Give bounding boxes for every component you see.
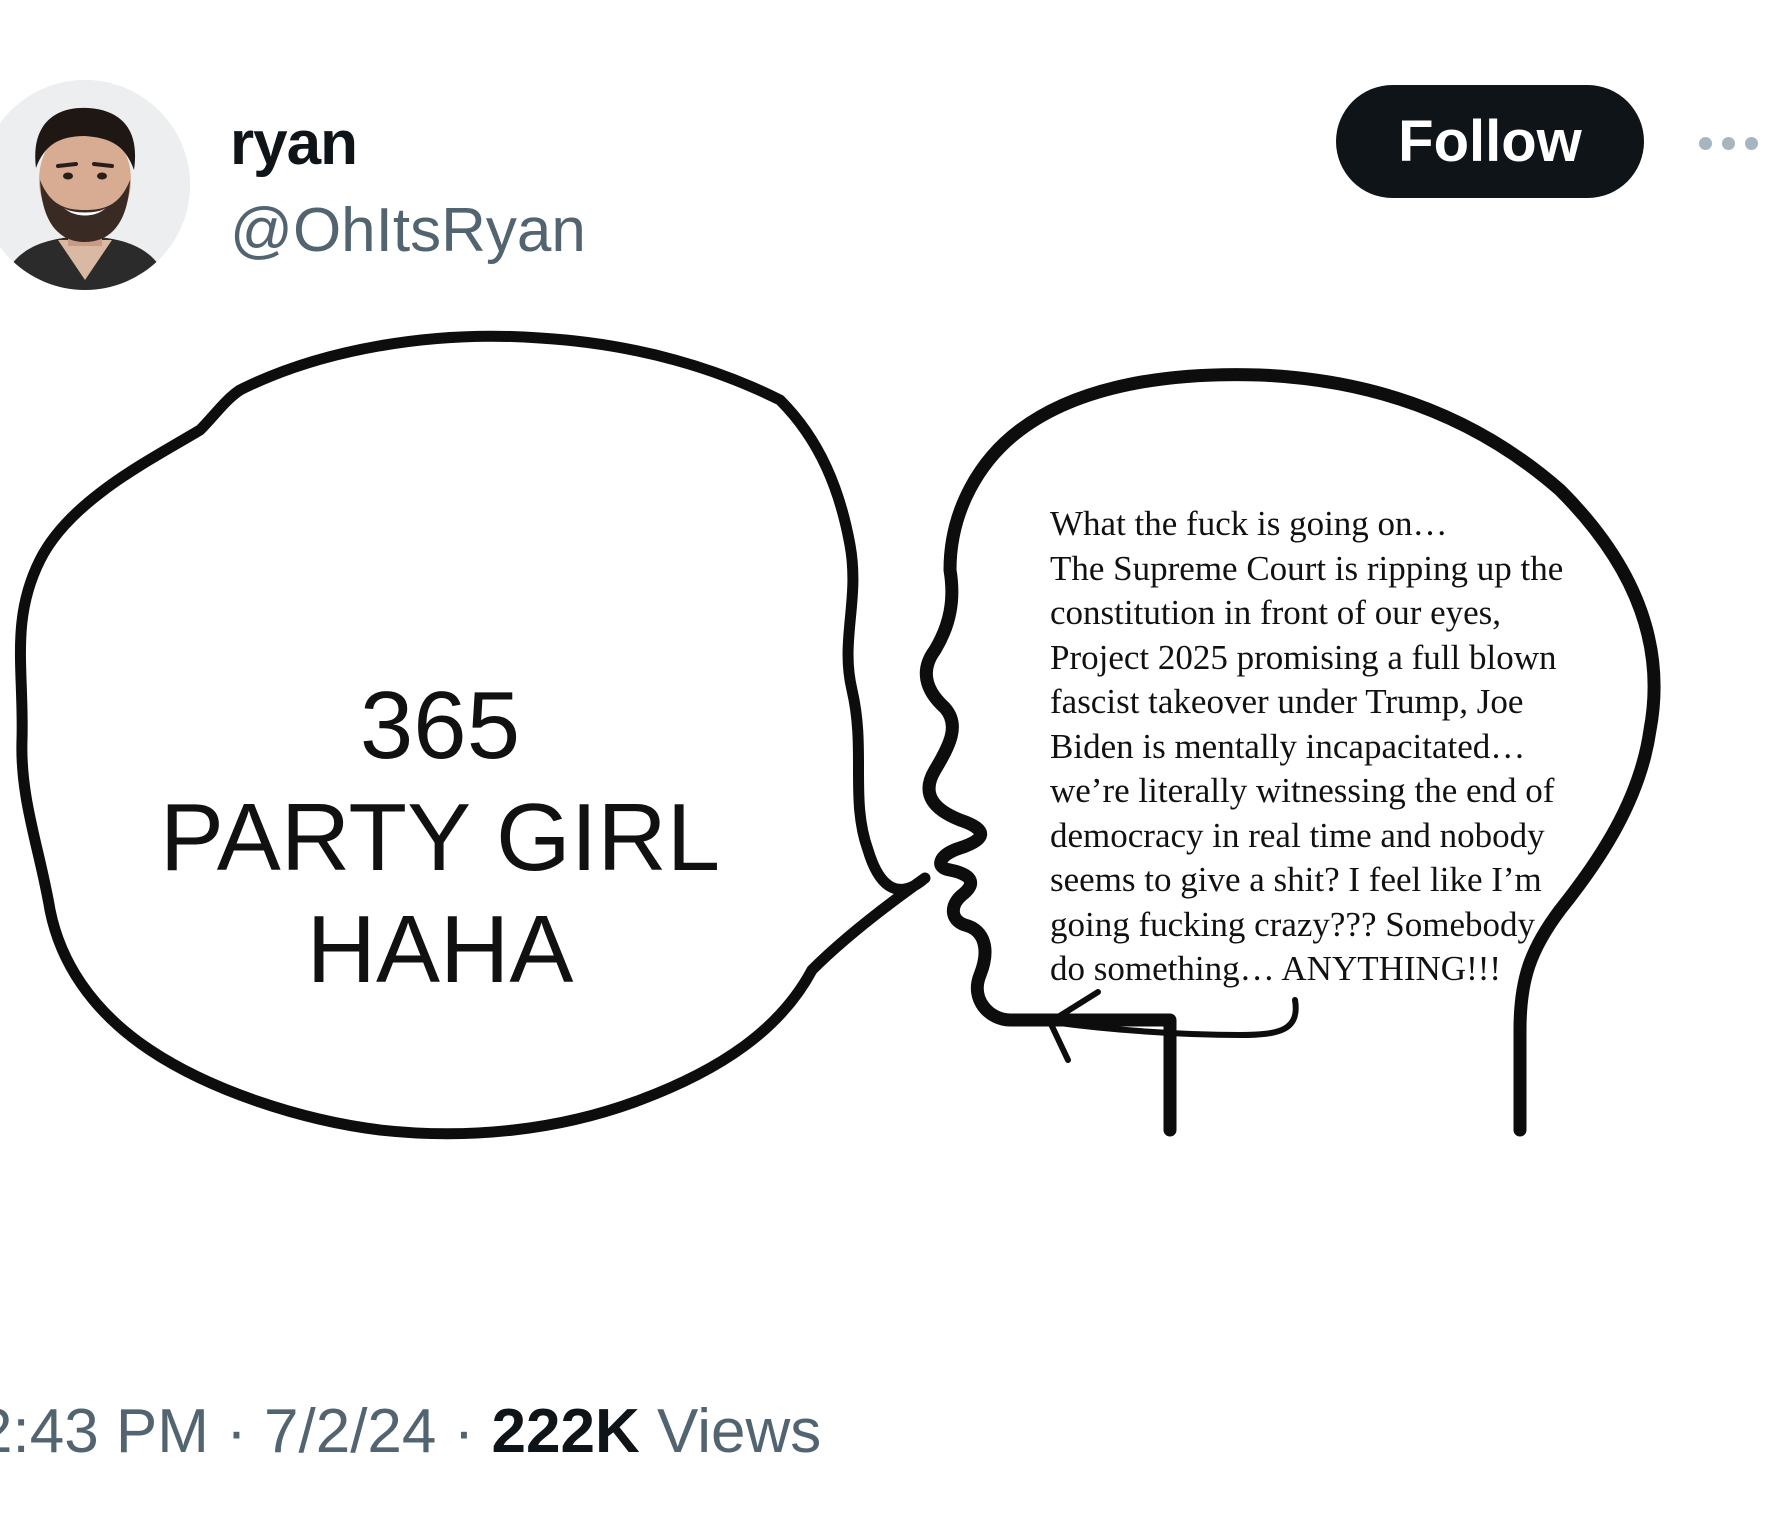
more-dot (1721, 136, 1735, 150)
tweet-date[interactable]: 7/2/24 (264, 1397, 436, 1466)
avatar[interactable] (0, 80, 190, 290)
thought-line: going fucking crazy??? Somebody (1050, 904, 1535, 944)
speech-line: PARTY GIRL (159, 784, 721, 891)
tweet-metadata: 2:43 PM · 7/2/24 · 222K Views (0, 1396, 821, 1467)
display-name[interactable]: ryan (230, 108, 358, 179)
thought-line: fascist takeover under Trump, Joe (1050, 682, 1524, 721)
thought-text: What the fuck is going on… The Supreme C… (1050, 502, 1640, 992)
separator-dot: · (436, 1397, 492, 1466)
views-label: Views (639, 1397, 822, 1466)
views-count[interactable]: 222K (492, 1397, 640, 1466)
tweet-time[interactable]: 2:43 PM (0, 1397, 209, 1466)
follow-button[interactable]: Follow (1336, 85, 1644, 198)
thought-line: do something… ANYTHING!!! (1050, 949, 1502, 988)
user-handle[interactable]: @OhItsRyan (230, 195, 586, 266)
thought-line: constitution in front of our eyes, (1050, 593, 1502, 632)
speech-line: 365 (359, 672, 521, 779)
speech-line: HAHA (306, 896, 574, 1003)
thought-line: seems to give a shit? I feel like I’m (1050, 860, 1542, 899)
tweet-media-image[interactable]: 365 PARTY GIRL HAHA What the fuck is goi… (0, 330, 1782, 1280)
thought-line: we’re literally witnessing the end of (1050, 771, 1555, 810)
separator-dot: · (208, 1397, 265, 1466)
thought-line: Biden is mentally incapacitated… (1050, 726, 1526, 766)
thought-line: What the fuck is going on… (1050, 504, 1448, 543)
more-dot (1698, 136, 1712, 150)
thought-line: Project 2025 promising a full blown (1050, 637, 1557, 677)
avatar-photo (0, 80, 190, 290)
more-horizontal-icon[interactable] (1688, 118, 1768, 168)
speech-bubble-text: 365 PARTY GIRL HAHA (60, 670, 820, 1006)
tweet-card: ryan @OhItsRyan Follow 365 PARTY GIRL HA… (0, 0, 1782, 1522)
more-dot (1744, 136, 1758, 150)
thought-line: The Supreme Court is ripping up the (1050, 548, 1564, 588)
thought-line: democracy in real time and nobody (1050, 815, 1545, 855)
